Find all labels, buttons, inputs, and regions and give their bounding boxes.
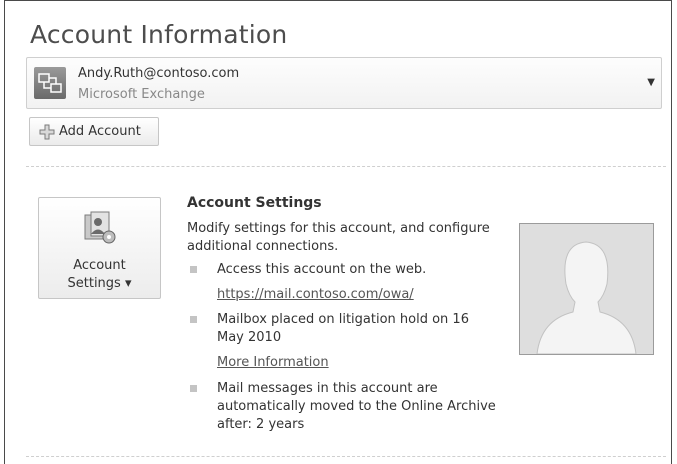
add-account-button[interactable]: Add Account [29, 117, 159, 146]
section-divider [26, 166, 666, 167]
bullet-icon [190, 316, 197, 323]
owa-access-text: Access this account on the web. [217, 262, 427, 277]
section-divider-bottom [26, 456, 666, 457]
account-selector[interactable]: Andy.Ruth@contoso.com Microsoft Exchange… [26, 57, 662, 109]
chevron-down-icon[interactable]: ▼ [647, 77, 655, 88]
exchange-account-icon [34, 67, 66, 99]
bullet-icon [190, 266, 197, 273]
account-settings-icon [84, 211, 116, 244]
account-settings-label-2: Settings ▾ [67, 276, 132, 291]
archive-policy-text: Mail messages in this account are automa… [217, 381, 496, 432]
page-title: Account Information [30, 20, 288, 49]
account-settings-label-1: Account [73, 258, 126, 273]
add-account-label: Add Account [59, 124, 141, 139]
account-email: Andy.Ruth@contoso.com [78, 66, 240, 81]
add-plus-icon [39, 124, 55, 140]
more-information-link[interactable]: More Information [217, 355, 329, 370]
account-settings-heading: Account Settings [187, 195, 322, 211]
account-type: Microsoft Exchange [78, 87, 205, 102]
account-settings-description: Modify settings for this account, and co… [187, 221, 490, 254]
litigation-hold-text: Mailbox placed on litigation hold on 16 … [217, 312, 469, 345]
account-settings-button[interactable]: Account Settings ▾ [38, 197, 161, 299]
bullet-icon [190, 385, 197, 392]
owa-link[interactable]: https://mail.contoso.com/owa/ [217, 287, 414, 302]
profile-silhouette-icon[interactable] [519, 223, 654, 355]
